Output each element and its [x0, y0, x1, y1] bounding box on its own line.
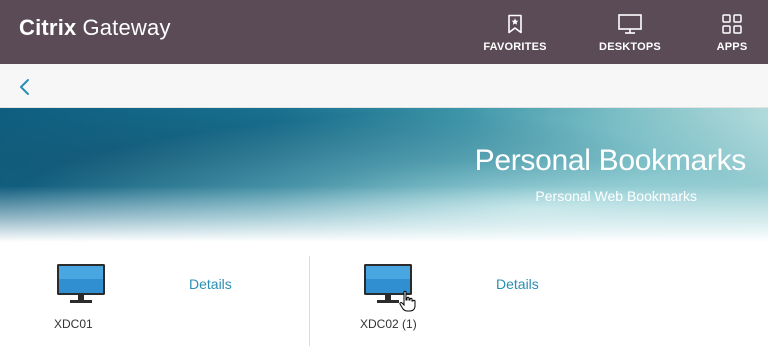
monitor-icon: [617, 12, 643, 36]
nav-apps[interactable]: APPS: [714, 0, 750, 64]
page-subtitle: Personal Web Bookmarks: [535, 188, 697, 204]
top-bar: Citrix Gateway FAVORITES DESKTOPS APPS: [0, 0, 768, 64]
sub-toolbar: [0, 64, 768, 108]
resource-name[interactable]: XDC01: [54, 317, 93, 331]
nav-favorites[interactable]: FAVORITES: [483, 0, 546, 64]
brand-name-bold: Citrix: [19, 15, 77, 40]
details-link[interactable]: Details: [496, 276, 539, 292]
resource-card[interactable]: XDC01 Details: [0, 256, 309, 346]
nav-favorites-label: FAVORITES: [483, 41, 547, 53]
nav-desktops-label: DESKTOPS: [599, 41, 661, 53]
resource-card[interactable]: XDC02 (1) Details: [309, 256, 619, 346]
nav-desktops[interactable]: DESKTOPS: [599, 0, 661, 64]
desktop-monitor-icon[interactable]: [57, 264, 105, 304]
grid-icon: [719, 12, 745, 36]
page-title: Personal Bookmarks: [474, 144, 747, 177]
nav-apps-label: APPS: [716, 41, 748, 53]
bookmark-star-icon: [502, 12, 528, 36]
hand-pointer-cursor-icon: [399, 290, 416, 312]
brand-name-light: Gateway: [82, 15, 171, 40]
resource-name[interactable]: XDC02 (1): [360, 317, 417, 331]
chevron-left-icon: [20, 79, 29, 95]
details-link[interactable]: Details: [189, 276, 232, 292]
back-button[interactable]: [14, 76, 34, 98]
brand-logo: Citrix Gateway: [19, 15, 171, 41]
